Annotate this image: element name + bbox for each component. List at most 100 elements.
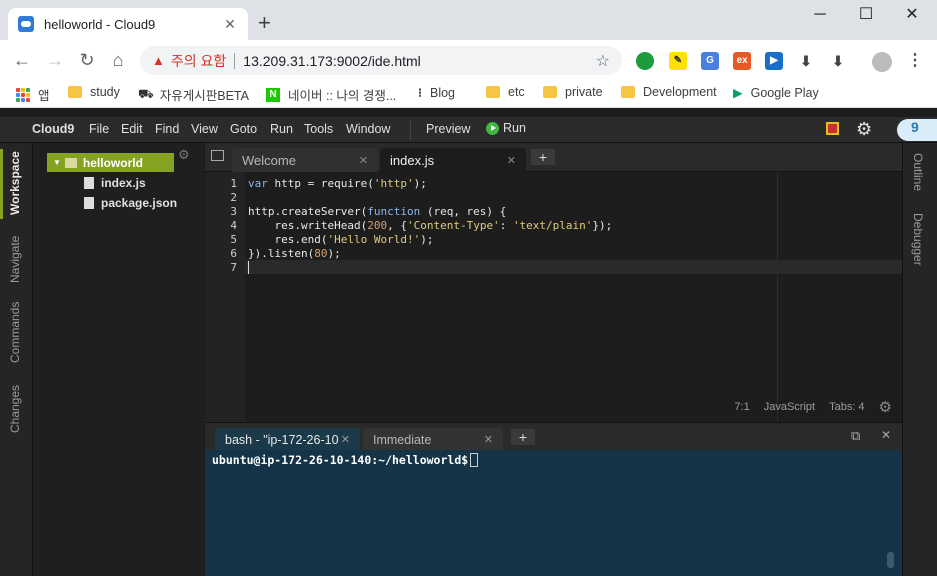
close-tab-icon[interactable]: ✕	[222, 16, 238, 33]
minimize-window-button[interactable]: ─	[797, 4, 843, 28]
close-panel-icon[interactable]: ✕	[881, 428, 891, 442]
evernote-extension-icon[interactable]	[636, 52, 654, 70]
cloud9-logo-icon[interactable]: 9	[897, 119, 937, 141]
tree-root-folder[interactable]: ▼ helloworld	[47, 153, 174, 172]
menu-run[interactable]: Run	[270, 122, 293, 136]
bookmark-label: private	[565, 85, 603, 99]
home-icon[interactable]: ⌂	[106, 48, 130, 72]
new-terminal-tab-button[interactable]: +	[511, 429, 535, 445]
bookmark-star-icon[interactable]: ☆	[596, 51, 610, 71]
terminal-scrollbar[interactable]	[887, 552, 894, 568]
more-menu-icon[interactable]: ⋮	[906, 52, 924, 70]
tab-immediate[interactable]: Immediate ✕	[363, 428, 503, 451]
color-picker-extension-icon[interactable]: ✎	[669, 52, 687, 70]
bookmark-private[interactable]: private	[543, 85, 603, 99]
settings-gear-icon[interactable]: ⚙	[856, 119, 872, 140]
apps-icon	[16, 87, 30, 102]
maximize-window-button[interactable]: ☐	[843, 4, 889, 28]
tab-outline[interactable]: Outline	[911, 153, 925, 191]
tab-workspace[interactable]: Workspace	[8, 151, 22, 215]
download-extension-icon-2[interactable]: ⬇	[829, 52, 847, 70]
video-extension-icon[interactable]: ▶	[765, 52, 783, 70]
terminal-prompt-text: ubuntu@ip-172-26-10-140:~/helloworld$	[212, 453, 469, 467]
bookmark-label: Development	[643, 85, 717, 99]
tree-settings-gear-icon[interactable]: ⚙	[178, 147, 190, 163]
tab-changes[interactable]: Changes	[8, 385, 22, 433]
close-tab-icon[interactable]: ✕	[341, 433, 350, 446]
preview-button[interactable]: Preview	[426, 122, 470, 136]
maximize-panel-icon[interactable]: ⧉	[851, 428, 860, 444]
new-tab-button[interactable]: +	[258, 12, 271, 34]
tree-file-index-js[interactable]: index.js	[84, 176, 146, 190]
cloud9-brand[interactable]: Cloud9	[32, 122, 74, 136]
security-warning-label[interactable]: 주의 요함	[171, 51, 226, 71]
menu-file[interactable]: File	[89, 122, 109, 136]
tab-bash[interactable]: bash - "ip-172-26-10 ✕	[215, 428, 360, 451]
close-window-button[interactable]: ✕	[889, 4, 935, 28]
file-label: package.json	[101, 196, 178, 210]
browser-toolbar: ← → ↻ ⌂ ▲ 주의 요함 13.209.31.173:9002/ide.h…	[0, 40, 937, 80]
menu-view[interactable]: View	[191, 122, 218, 136]
bookmark-google-play[interactable]: ▶ Google Play	[733, 85, 819, 101]
print-margin	[777, 172, 778, 422]
url-text[interactable]: 13.209.31.173:9002/ide.html	[243, 53, 595, 69]
menu-edit[interactable]: Edit	[121, 122, 143, 136]
download-extension-icon[interactable]: ⬇	[797, 52, 815, 70]
reload-icon[interactable]: ↻	[75, 48, 99, 72]
ex-extension-icon[interactable]: ex	[733, 52, 751, 70]
address-separator	[234, 52, 236, 69]
terminal[interactable]: ubuntu@ip-172-26-10-140:~/helloworld$	[205, 450, 902, 576]
tab-debugger[interactable]: Debugger	[911, 213, 925, 266]
google-play-icon: ▶	[733, 86, 743, 100]
bookmark-development[interactable]: Development	[621, 85, 717, 99]
address-bar[interactable]: ▲ 주의 요함 13.209.31.173:9002/ide.html ☆	[140, 46, 622, 75]
tab-label: bash - "ip-172-26-10	[225, 432, 339, 447]
close-tab-icon[interactable]: ✕	[507, 154, 516, 167]
terminal-prompt: ubuntu@ip-172-26-10-140:~/helloworld$	[212, 453, 479, 467]
menu-window[interactable]: Window	[346, 122, 390, 136]
editor-statusbar: 7:1 JavaScript Tabs: 4 ⚙	[734, 398, 892, 416]
bookmark-etc[interactable]: etc	[486, 85, 525, 99]
menu-tools[interactable]: Tools	[304, 122, 333, 136]
bookmark-label: etc	[508, 85, 525, 99]
close-tab-icon[interactable]: ✕	[359, 154, 368, 167]
new-editor-tab-button[interactable]: +	[531, 149, 555, 165]
cursor-position[interactable]: 7:1	[734, 401, 749, 413]
profile-avatar-icon[interactable]	[872, 52, 892, 72]
bookmark-blog[interactable]: ⁝ Blog	[418, 85, 455, 101]
menu-goto[interactable]: Goto	[230, 122, 257, 136]
close-tab-icon[interactable]: ✕	[484, 433, 493, 446]
bookmark-study[interactable]: study	[68, 85, 120, 99]
tab-menu-icon[interactable]	[211, 150, 224, 161]
tree-file-package-json[interactable]: package.json	[84, 196, 177, 210]
tab-index-js[interactable]: index.js ✕	[380, 148, 526, 172]
code-editor[interactable]: 1 2 3 4 5 6 7 var http = require('http')…	[205, 172, 902, 422]
tab-commands[interactable]: Commands	[8, 302, 22, 363]
bookmark-apps[interactable]: 앱	[16, 85, 50, 104]
run-button[interactable]: Run	[486, 121, 526, 135]
line-number: 1	[230, 177, 237, 190]
back-arrow-icon[interactable]: ←	[10, 48, 34, 72]
code-line-6: }).listen(80);	[248, 247, 341, 260]
menu-divider	[410, 120, 411, 140]
browser-tab-title: helloworld - Cloud9	[44, 16, 156, 32]
warning-triangle-icon[interactable]: ▲	[152, 53, 165, 68]
line-number: 2	[230, 191, 237, 204]
tab-label: Immediate	[373, 432, 432, 447]
menu-find[interactable]: Find	[155, 122, 179, 136]
language-mode[interactable]: JavaScript	[764, 401, 815, 413]
text-cursor	[248, 261, 249, 274]
tab-navigate[interactable]: Navigate	[8, 236, 22, 283]
line-number: 4	[230, 219, 237, 232]
editor-settings-gear-icon[interactable]: ⚙	[879, 398, 892, 416]
tab-welcome[interactable]: Welcome ✕	[232, 148, 378, 172]
expand-triangle-icon[interactable]: ▼	[53, 158, 61, 167]
tab-size[interactable]: Tabs: 4	[829, 401, 864, 413]
bug-icon[interactable]	[826, 122, 839, 135]
code-line-4: res.writeHead(200, {'Content-Type': 'tex…	[248, 219, 613, 232]
bookmark-naver[interactable]: N 네이버 :: 나의 경쟁...	[266, 85, 396, 104]
browser-tab[interactable]: helloworld - Cloud9 ✕	[8, 8, 248, 40]
google-translate-extension-icon[interactable]: G	[701, 52, 719, 70]
bookmark-board[interactable]: ⛟ 자유게시판BETA	[138, 85, 249, 104]
forward-arrow-icon[interactable]: →	[43, 48, 67, 72]
